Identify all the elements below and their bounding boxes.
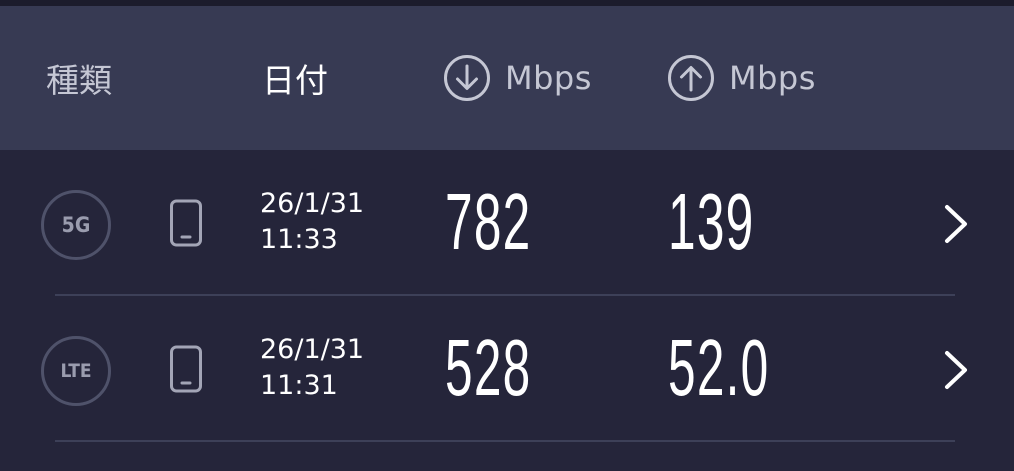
phone-icon [170,345,202,393]
upload-speed-value: 139 [668,177,755,266]
download-speed-value: 528 [445,323,532,412]
result-datetime: 26/1/31 11:31 [260,332,364,404]
column-header-download: Mbps [443,6,592,150]
column-header-upload: Mbps [667,6,816,150]
upload-unit-label: Mbps [729,59,816,97]
row-divider [55,440,955,442]
download-unit-label: Mbps [505,59,592,97]
download-speed-value: 782 [445,177,532,266]
result-time: 11:31 [260,370,338,401]
network-badge-5g: 5G [41,190,111,260]
phone-icon [170,199,202,247]
chevron-right-icon[interactable] [938,348,972,392]
upload-speed-value: 52.0 [668,323,770,412]
column-header-type: 種類 [46,61,112,100]
column-header-date: 日付 [262,61,328,100]
result-date: 26/1/31 [260,188,365,219]
chevron-right-icon[interactable] [938,202,972,246]
arrow-up-circle-icon [668,55,714,101]
arrow-down-circle-icon [444,55,490,101]
results-header: 種類 日付 Mbps Mbps [0,6,1014,150]
result-time: 11:33 [260,224,338,255]
result-row[interactable]: LTE 26/1/31 11:31 528 52.0 [0,296,1014,442]
network-badge-lte: LTE [41,336,111,406]
result-row[interactable]: 5G 26/1/31 11:33 782 139 [0,150,1014,296]
result-datetime: 26/1/31 11:33 [260,186,364,258]
result-date: 26/1/31 [260,334,365,365]
